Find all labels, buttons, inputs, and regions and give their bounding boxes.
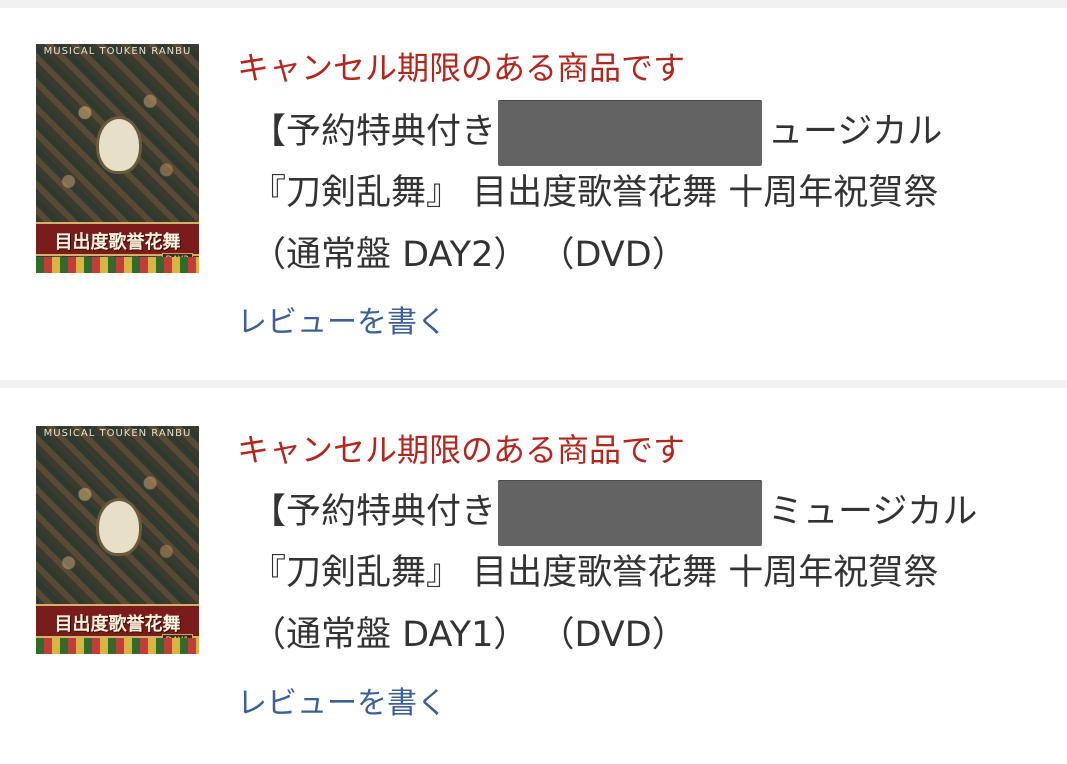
title-suffix: ミュージカル bbox=[768, 492, 978, 532]
title-prefix: 【予約特典付き bbox=[251, 492, 497, 532]
title-suffix: ュージカル bbox=[768, 112, 943, 152]
order-item-2: MUSICAL TOUKEN RANBU 目出度歌誉花舞 DAY1 キャンセル期… bbox=[0, 388, 1067, 764]
thumbnail-cover-title: 目出度歌誉花舞 bbox=[54, 232, 181, 253]
write-review-link[interactable]: レビューを書く bbox=[237, 303, 447, 343]
product-title-line-2: 『刀剣乱舞』 目出度歌誉花舞 十周年祝賀祭 bbox=[251, 173, 939, 213]
cancel-deadline-notice: キャンセル期限のある商品です bbox=[237, 49, 686, 87]
product-thumbnail[interactable]: MUSICAL TOUKEN RANBU 目出度歌誉花舞 DAY2 bbox=[36, 44, 199, 273]
cancel-deadline-notice: キャンセル期限のある商品です bbox=[237, 431, 686, 469]
product-thumbnail[interactable]: MUSICAL TOUKEN RANBU 目出度歌誉花舞 DAY1 bbox=[36, 426, 199, 654]
title-prefix: 【予約特典付き bbox=[251, 112, 497, 152]
product-title[interactable]: 【予約特典付き ミュージカル 『刀剣乱舞』 目出度歌誉花舞 十周年祝賀祭 （通常盤… bbox=[237, 480, 1037, 666]
product-title-line-1: 【予約特典付き ュージカル bbox=[237, 100, 1037, 166]
thumbnail-decoration bbox=[36, 638, 199, 654]
redaction-block bbox=[498, 480, 763, 546]
thumbnail-emblem bbox=[96, 116, 142, 174]
redaction-block bbox=[498, 100, 763, 166]
thumbnail-cover-title: 目出度歌誉花舞 bbox=[54, 614, 181, 635]
thumbnail-emblem bbox=[96, 498, 142, 556]
item-divider bbox=[0, 380, 1067, 388]
product-title[interactable]: 【予約特典付き ュージカル 『刀剣乱舞』 目出度歌誉花舞 十周年祝賀祭 （通常盤 … bbox=[237, 100, 1037, 286]
thumbnail-decoration bbox=[36, 257, 199, 273]
thumbnail-top-text: MUSICAL TOUKEN RANBU bbox=[43, 46, 192, 57]
order-item-1: MUSICAL TOUKEN RANBU 目出度歌誉花舞 DAY2 キャンセル期… bbox=[0, 0, 1067, 384]
product-title-line-3: （通常盤 DAY1） （DVD） bbox=[251, 615, 687, 655]
product-title-line-1: 【予約特典付き ミュージカル bbox=[237, 480, 1037, 546]
product-title-line-2: 『刀剣乱舞』 目出度歌誉花舞 十周年祝賀祭 bbox=[251, 553, 939, 593]
thumbnail-top-text: MUSICAL TOUKEN RANBU bbox=[43, 428, 192, 439]
product-title-line-3: （通常盤 DAY2） （DVD） bbox=[251, 235, 687, 275]
write-review-link[interactable]: レビューを書く bbox=[237, 684, 447, 724]
